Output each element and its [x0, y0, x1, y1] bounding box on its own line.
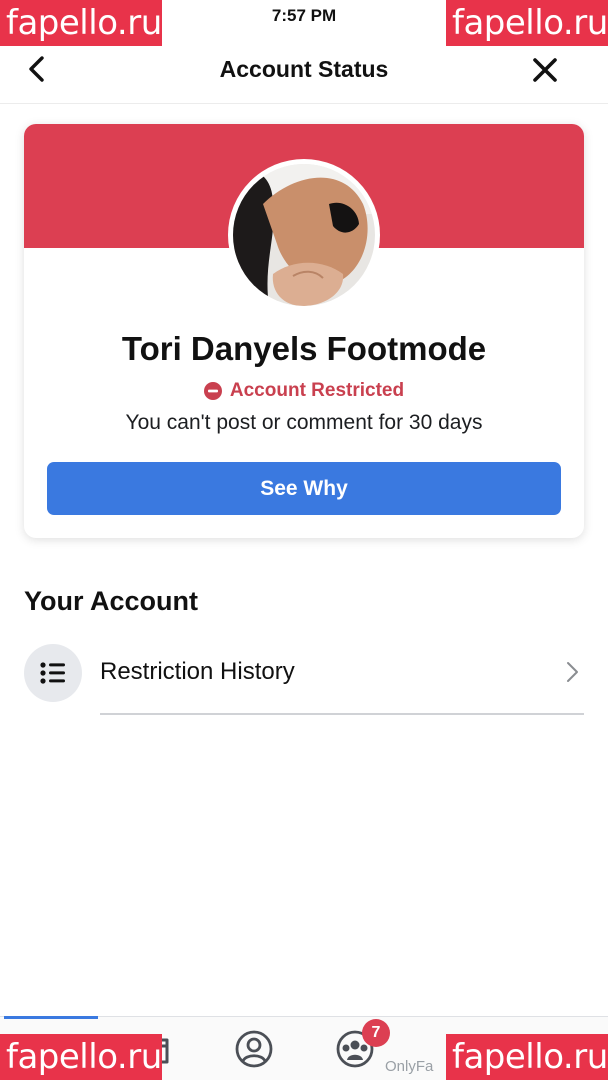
restriction-history-item[interactable]: Restriction History: [24, 642, 584, 715]
watermark-bottom-right: fapello.ru: [446, 1034, 608, 1080]
profile-icon: [235, 1030, 273, 1068]
list-icon: [40, 662, 65, 684]
profile-name: Tori Danyels Footmode: [121, 330, 487, 367]
watermark-top-right: fapello.ru: [446, 0, 608, 46]
divider: [100, 713, 584, 715]
your-account-heading: Your Account: [24, 586, 198, 616]
tab-profile[interactable]: [232, 1027, 276, 1071]
active-tab-indicator: [4, 1016, 98, 1019]
footer-caption: OnlyFa: [385, 1058, 434, 1075]
restriction-status: Account Restricted: [24, 380, 584, 402]
restriction-label: Account Restricted: [229, 380, 405, 401]
see-why-button[interactable]: See Why: [47, 462, 561, 515]
groups-badge: 7: [362, 1019, 390, 1047]
chevron-right-icon: [567, 662, 578, 682]
close-button[interactable]: [530, 55, 560, 85]
restriction-history-label: Restriction History: [100, 658, 295, 685]
close-icon: [533, 58, 557, 82]
navigation-header: Account Status: [0, 40, 608, 104]
watermark-top-left: fapello.ru: [0, 0, 162, 46]
watermark-bottom-left: fapello.ru: [0, 1034, 162, 1080]
no-entry-icon: [203, 382, 222, 400]
page-title: Account Status: [219, 56, 389, 82]
account-status-card: Tori Danyels Footmode Account Restricted…: [24, 124, 584, 538]
avatar: [233, 164, 375, 306]
restriction-description: You can't post or comment for 30 days: [125, 411, 483, 434]
list-icon-container: [24, 644, 82, 702]
